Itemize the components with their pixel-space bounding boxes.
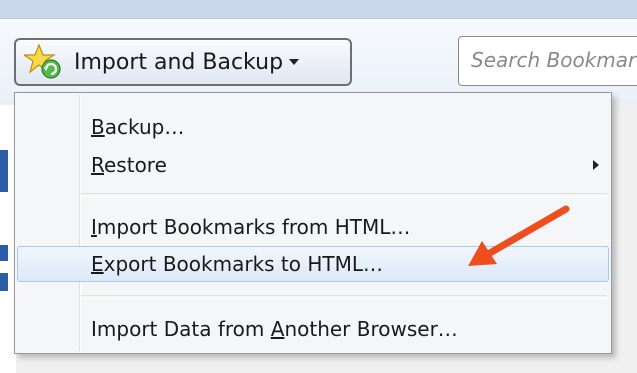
import-and-backup-button[interactable]: Import and Backup: [14, 38, 352, 86]
menu-item-label: Import Data from Another Browser…: [91, 317, 458, 341]
star-refresh-icon: [22, 42, 64, 82]
menu-item-label: Restore: [91, 153, 167, 177]
menu-item-label: Import Bookmarks from HTML…: [91, 215, 411, 239]
background-selection-strip: [0, 245, 8, 261]
chevron-right-icon: [593, 160, 599, 170]
menu-item-restore[interactable]: Restore: [17, 147, 609, 183]
menu-separator: [81, 295, 607, 299]
background-selection-strip: [0, 150, 8, 192]
menu-item-backup[interactable]: Backup…: [17, 109, 609, 145]
title-strip: [0, 0, 637, 19]
import-and-backup-label: Import and Backup: [74, 49, 284, 75]
import-backup-menu: Backup… Restore Import Bookmarks from HT…: [14, 92, 612, 354]
menu-item-label: Export Bookmarks to HTML…: [91, 252, 384, 276]
search-input[interactable]: [459, 37, 637, 83]
menu-item-import-from-browser[interactable]: Import Data from Another Browser…: [17, 311, 609, 347]
menu-item-export-bookmarks-html[interactable]: Export Bookmarks to HTML…: [17, 246, 609, 282]
chevron-down-icon: [289, 59, 300, 65]
search-bookmarks-box[interactable]: [458, 36, 637, 86]
background-selection-strip: [0, 273, 8, 291]
menu-item-import-bookmarks-html[interactable]: Import Bookmarks from HTML…: [17, 209, 609, 245]
menu-separator: [81, 193, 607, 197]
menu-item-label: Backup…: [91, 115, 185, 139]
library-window: Import and Backup Backup… Restore Import…: [0, 0, 637, 373]
